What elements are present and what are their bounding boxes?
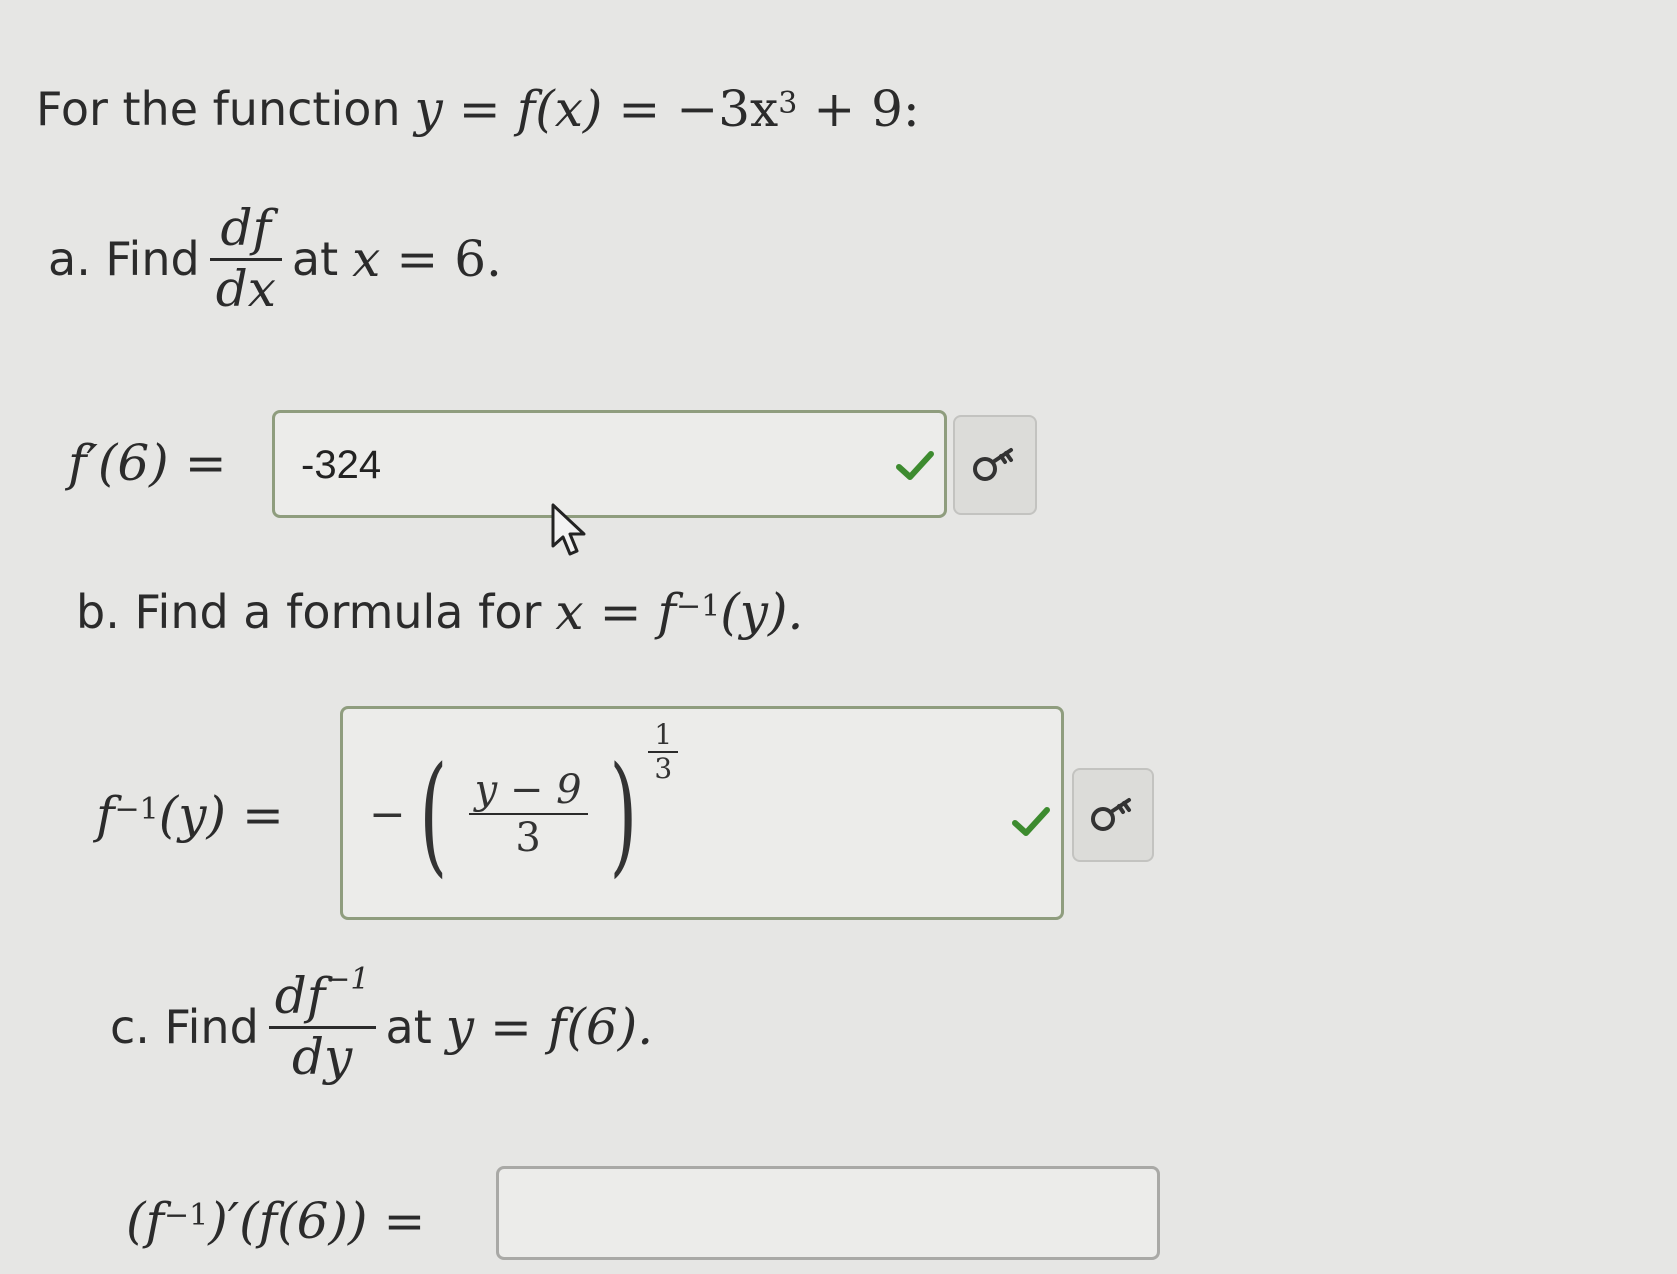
intro-rhs-b: + 9: xyxy=(813,80,920,138)
key-icon xyxy=(973,448,1013,481)
answer-b-neg: − xyxy=(369,788,406,840)
finv-label-eq: = xyxy=(242,786,284,844)
part-b-eq: = xyxy=(599,583,642,641)
finv-prime-exp: −1 xyxy=(164,1197,209,1233)
part-a-num: df xyxy=(220,199,272,257)
check-icon xyxy=(896,451,934,480)
key-icon xyxy=(1091,798,1131,831)
part-c-at: at xyxy=(385,1000,432,1054)
part-a-at: at xyxy=(291,232,339,286)
key-button-b[interactable] xyxy=(1072,768,1154,862)
check-icon xyxy=(1012,807,1050,836)
finv-prime-eq: = xyxy=(383,1192,426,1250)
answer-b-den: 3 xyxy=(515,815,541,861)
part-b-rhs-arg: (y). xyxy=(720,583,804,641)
finv-label-arg: (y) xyxy=(158,786,227,844)
part-b-answer-label: f −1 (y) = xyxy=(96,786,300,844)
part-c-den: dy xyxy=(292,1027,353,1086)
part-b-prefix: b. Find a formula for xyxy=(76,585,542,639)
part-a-eq: = xyxy=(396,230,439,288)
finv-prime-rest: )′(f(6)) xyxy=(208,1192,368,1250)
part-a-prompt: a. Find df dx at x = 6. xyxy=(48,199,502,318)
finv-label-exp: −1 xyxy=(114,791,159,827)
intro-y: y xyxy=(414,80,443,138)
part-c-var: y xyxy=(445,998,475,1056)
part-c-num-f: df xyxy=(274,967,326,1025)
finv-prime-open: (f xyxy=(126,1192,165,1250)
part-b-rhs: f xyxy=(657,583,676,641)
answer-a-input[interactable]: -324 xyxy=(272,410,947,518)
intro-line: For the function y = f(x) = −3x 3 + 9: xyxy=(36,80,920,138)
part-a-answer-label: f′(6) = xyxy=(68,434,243,492)
part-a-value: 6. xyxy=(454,230,502,288)
answer-b-num: y − 9 xyxy=(474,767,582,813)
answer-b-expression: − ( y − 9 3 ) 1 3 xyxy=(369,718,688,890)
answer-a-value: -324 xyxy=(301,443,382,487)
part-c-answer-label: (f −1 )′(f(6)) = xyxy=(126,1192,441,1250)
part-c-num: df−1 xyxy=(269,963,376,1026)
part-c-prefix: c. Find xyxy=(110,1000,259,1054)
answer-b-exp-den: 3 xyxy=(654,752,673,785)
part-b-rhs-exp: −1 xyxy=(676,588,721,624)
answer-b-exponent: 1 3 xyxy=(648,717,679,785)
answer-b-open-paren: ( xyxy=(419,738,448,890)
finv-label-f: f xyxy=(96,786,115,844)
mouse-pointer-icon xyxy=(551,503,586,556)
part-c-num-exp: −1 xyxy=(325,962,370,998)
intro-fx: f(x) xyxy=(516,80,603,138)
part-c-prompt: c. Find df−1 dy at y = f(6). xyxy=(110,963,654,1086)
intro-text: For the function xyxy=(36,82,401,136)
part-a-den: dx xyxy=(215,259,276,318)
part-c-value: f(6). xyxy=(547,998,654,1056)
intro-rhs-exp: 3 xyxy=(778,85,798,121)
answer-b-input[interactable]: − ( y − 9 3 ) 1 3 xyxy=(340,706,1064,920)
part-c-eq: = xyxy=(490,998,532,1056)
intro-eq: = xyxy=(458,80,501,138)
part-b-prompt: b. Find a formula for x = f −1 (y). xyxy=(76,583,803,641)
intro-eq2: = xyxy=(618,80,661,138)
part-b-lhs: x xyxy=(555,583,584,641)
answer-b-close-paren: ) xyxy=(609,738,637,890)
part-c-derivative: df−1 dy xyxy=(268,963,376,1086)
part-a-var: x xyxy=(352,230,381,288)
answer-b-exp-num: 1 xyxy=(654,717,673,751)
f-prime-6: f′(6) xyxy=(68,434,169,492)
intro-rhs-a: −3x xyxy=(676,80,779,138)
answer-b-fraction: y − 9 3 xyxy=(468,767,588,861)
f-prime-eq: = xyxy=(184,434,227,492)
part-a-derivative: df dx xyxy=(209,199,282,318)
part-a-prefix: a. Find xyxy=(48,232,200,286)
answer-c-input[interactable] xyxy=(496,1166,1160,1260)
key-button-a[interactable] xyxy=(953,415,1037,515)
